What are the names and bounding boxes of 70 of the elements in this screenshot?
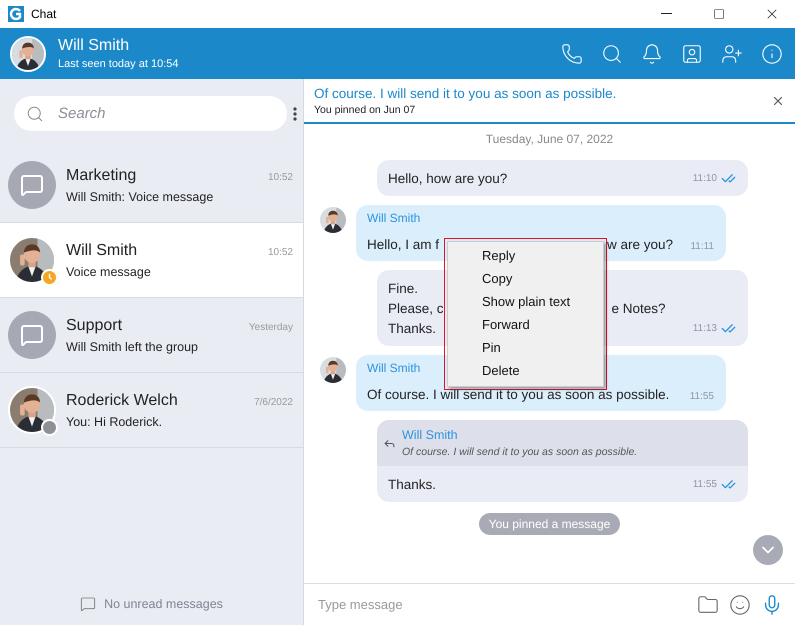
message-text: Thanks. bbox=[388, 477, 436, 492]
message-text: Thanks. bbox=[388, 321, 436, 336]
menu-item[interactable]: Delete bbox=[448, 360, 603, 383]
chat-list-item[interactable]: Will Smith 10:52 Voice message bbox=[0, 223, 303, 298]
message-text: Fine. bbox=[388, 281, 418, 296]
scroll-down-button[interactable] bbox=[753, 535, 783, 565]
menu-item[interactable]: Reply bbox=[448, 245, 603, 268]
maximize-icon bbox=[713, 8, 725, 20]
search-input[interactable]: Search bbox=[56, 104, 275, 123]
chat-preview: Will Smith: Voice message bbox=[66, 190, 214, 204]
menu-item[interactable]: Forward bbox=[448, 314, 603, 337]
message-time: 11:10 bbox=[692, 173, 717, 184]
chat-list-item[interactable]: Roderick Welch 7/6/2022 You: Hi Roderick. bbox=[0, 373, 303, 448]
date-separator: Tuesday, June 07, 2022 bbox=[486, 132, 614, 146]
message-time: 11:55 bbox=[692, 479, 717, 490]
system-notice: You pinned a message bbox=[478, 513, 620, 535]
sender-name: Will Smith bbox=[367, 211, 420, 225]
smiley-icon bbox=[729, 594, 751, 616]
chat-time: Yesterday bbox=[248, 322, 293, 332]
message-time: 11:55 bbox=[690, 391, 714, 402]
message-text: Hello, I am f bbox=[367, 237, 440, 252]
search-field[interactable]: Search bbox=[14, 96, 287, 131]
chat-name: Roderick Welch bbox=[66, 392, 179, 410]
chat-time: 7/6/2022 bbox=[254, 396, 293, 408]
menu-item[interactable]: Show plain text bbox=[448, 291, 603, 314]
contact-name: Will Smith bbox=[58, 37, 130, 55]
attach-file-button[interactable] bbox=[697, 594, 719, 616]
bell-icon bbox=[641, 42, 663, 64]
last-seen-status: Last seen today at 10:54 bbox=[58, 58, 178, 70]
message-text: Of course. I will send it to you as soon as possible. bbox=[367, 387, 670, 402]
quoted-sender: Will Smith bbox=[402, 428, 459, 442]
unread-status: No unread messages bbox=[104, 597, 223, 611]
chat-list-item[interactable]: Support Yesterday Will Smith left the group bbox=[0, 298, 303, 373]
message-text: w are you? bbox=[607, 237, 674, 252]
pinned-message[interactable]: Of course. I will send it to you as soon as possible. bbox=[314, 86, 771, 100]
chat-time: 10:52 bbox=[268, 172, 293, 182]
contact-card-icon bbox=[681, 42, 703, 64]
info-icon bbox=[761, 42, 783, 64]
message-icon bbox=[80, 596, 96, 612]
menu-item[interactable]: Copy bbox=[448, 268, 603, 291]
more-options-button[interactable] bbox=[293, 106, 297, 120]
chat-bubbles-icon bbox=[20, 323, 44, 347]
chat-preview: Voice message bbox=[66, 264, 152, 278]
menu-item[interactable]: Pin bbox=[448, 337, 603, 360]
chat-time: 10:52 bbox=[268, 246, 293, 258]
search-icon bbox=[26, 104, 44, 122]
message-text: Hello, how are you? bbox=[388, 171, 508, 186]
minimize-icon bbox=[660, 13, 672, 15]
search-icon bbox=[601, 42, 623, 64]
pinned-note: You pinned on Jun 07 bbox=[314, 104, 416, 116]
chat-preview: Will Smith left the group bbox=[66, 340, 199, 354]
chat-name: Marketing bbox=[66, 166, 138, 184]
add-user-icon bbox=[721, 42, 743, 64]
message-time: 11:13 bbox=[692, 323, 717, 334]
message-time: 11:11 bbox=[690, 241, 714, 252]
message-text: e Notes? bbox=[612, 301, 666, 316]
more-icon bbox=[293, 106, 297, 120]
message-input[interactable]: Type message bbox=[316, 596, 687, 613]
window-title: Chat bbox=[31, 7, 58, 21]
app-logo-icon bbox=[8, 6, 24, 22]
emoji-button[interactable] bbox=[729, 594, 751, 616]
message-text: Please, c bbox=[388, 301, 444, 316]
chat-name: Support bbox=[66, 316, 124, 334]
chat-name: Will Smith bbox=[66, 242, 138, 260]
chat-preview: You: Hi Roderick. bbox=[66, 414, 164, 428]
chat-bubbles-icon bbox=[20, 173, 44, 197]
quoted-text: Of course. I will send it to you as soon as possible. bbox=[402, 446, 638, 458]
folder-icon bbox=[697, 594, 719, 616]
sender-name: Will Smith bbox=[367, 361, 420, 375]
phone-icon bbox=[561, 42, 583, 64]
